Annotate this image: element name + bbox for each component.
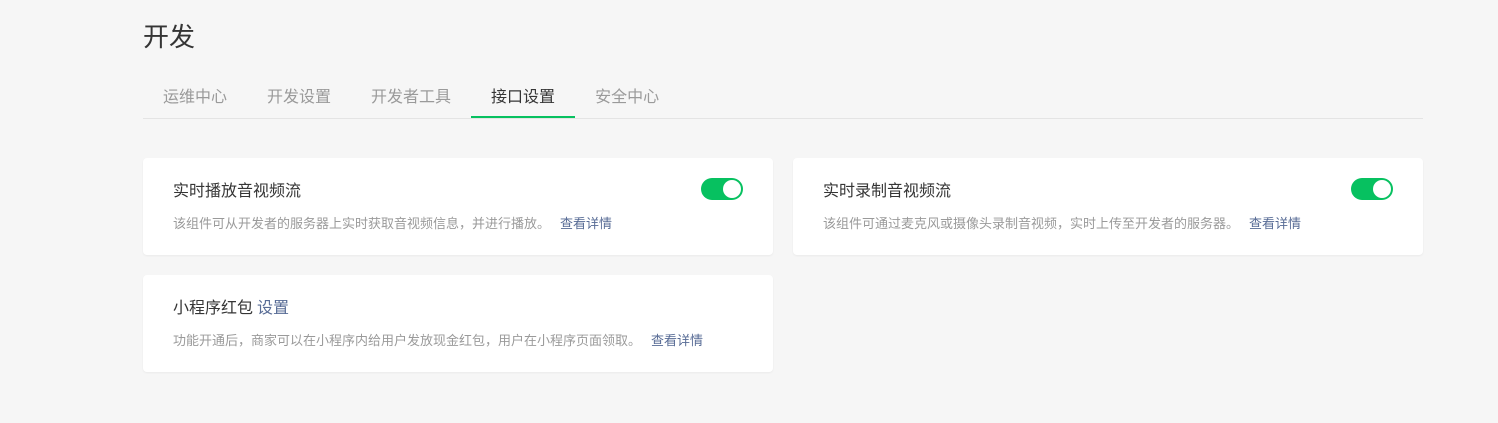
card-description-text: 该组件可通过麦克风或摄像头录制音视频，实时上传至开发者的服务器。 xyxy=(823,217,1240,232)
tab-ops-center[interactable]: 运维中心 xyxy=(143,78,247,118)
card-description-text: 功能开通后，商家可以在小程序内给用户发放现金红包，用户在小程序页面领取。 xyxy=(173,334,642,349)
tab-security-center[interactable]: 安全中心 xyxy=(575,78,679,118)
tab-bar: 运维中心 开发设置 开发者工具 接口设置 安全中心 xyxy=(143,78,1423,119)
card-description: 功能开通后，商家可以在小程序内给用户发放现金红包，用户在小程序页面领取。 查看详情 xyxy=(173,331,703,353)
toggle-knob xyxy=(1373,180,1391,198)
view-details-link[interactable]: 查看详情 xyxy=(1249,217,1301,232)
card-live-player: 实时播放音视频流 该组件可从开发者的服务器上实时获取音视频信息，并进行播放。 查看… xyxy=(143,158,773,255)
view-details-link[interactable]: 查看详情 xyxy=(651,334,703,349)
live-player-toggle[interactable] xyxy=(701,178,743,200)
card-title: 小程序红包 设置 xyxy=(173,297,289,319)
card-title: 实时录制音视频流 xyxy=(823,181,952,200)
page-title: 开发 xyxy=(143,23,196,53)
card-red-packet: 小程序红包 设置 功能开通后，商家可以在小程序内给用户发放现金红包，用户在小程序页… xyxy=(143,275,773,372)
live-pusher-toggle[interactable] xyxy=(1351,178,1393,200)
card-description: 该组件可通过麦克风或摄像头录制音视频，实时上传至开发者的服务器。 查看详情 xyxy=(823,214,1301,236)
card-live-pusher: 实时录制音视频流 该组件可通过麦克风或摄像头录制音视频，实时上传至开发者的服务器… xyxy=(793,158,1423,255)
tab-api-settings[interactable]: 接口设置 xyxy=(471,78,576,118)
card-description-text: 该组件可从开发者的服务器上实时获取音视频信息，并进行播放。 xyxy=(173,217,551,232)
card-title-text: 小程序红包 xyxy=(173,298,254,317)
red-packet-settings-link[interactable]: 设置 xyxy=(257,298,289,317)
card-description: 该组件可从开发者的服务器上实时获取音视频信息，并进行播放。 查看详情 xyxy=(173,214,612,236)
card-title: 实时播放音视频流 xyxy=(173,181,302,200)
toggle-knob xyxy=(723,180,741,198)
tab-dev-settings[interactable]: 开发设置 xyxy=(247,78,351,118)
tab-dev-tools[interactable]: 开发者工具 xyxy=(351,78,471,118)
view-details-link[interactable]: 查看详情 xyxy=(560,217,612,232)
